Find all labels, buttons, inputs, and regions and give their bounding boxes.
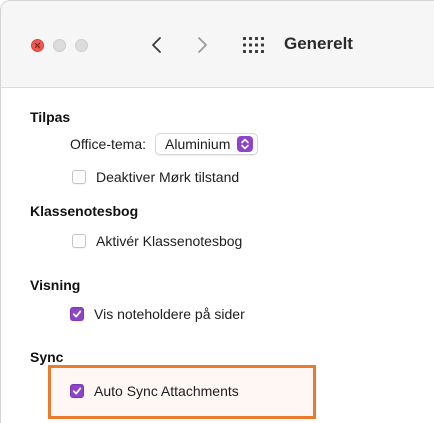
dark-mode-row[interactable]: Deaktiver Mørk tilstand [72, 169, 239, 185]
class-notebook-checkbox[interactable] [72, 234, 86, 248]
updown-chevron-icon [237, 136, 254, 152]
section-title-klassenotesbog: Klassenotesbog [30, 203, 139, 219]
checkmark-icon [72, 387, 82, 395]
office-theme-label: Office-tema: [70, 136, 146, 152]
grid-icon[interactable] [241, 36, 265, 54]
auto-sync-row[interactable]: Auto Sync Attachments [70, 383, 239, 399]
show-containers-label: Vis noteholdere på sider [94, 306, 245, 322]
checkmark-icon [72, 310, 82, 318]
class-notebook-label: Aktivér Klassenotesbog [96, 233, 243, 249]
window-title: Generelt [284, 34, 353, 53]
auto-sync-checkbox[interactable] [70, 384, 84, 398]
close-window-button[interactable] [31, 39, 44, 52]
office-theme-row: Office-tema: Aluminium [70, 133, 259, 155]
auto-sync-label: Auto Sync Attachments [94, 383, 239, 399]
zoom-window-button[interactable] [75, 39, 88, 52]
preferences-content: Tilpas Office-tema: Aluminium Deaktiver … [1, 87, 434, 423]
dark-mode-label: Deaktiver Mørk tilstand [96, 169, 240, 185]
title-bar: Generelt [1, 1, 434, 88]
section-title-tilpas: Tilpas [30, 109, 71, 125]
show-containers-row[interactable]: Vis noteholdere på sider [70, 306, 245, 322]
preferences-window: Generelt Tilpas Office-tema: Aluminium D… [0, 0, 434, 423]
section-title-sync: Sync [30, 349, 64, 365]
office-theme-value: Aluminium [165, 136, 231, 152]
show-containers-checkbox[interactable] [70, 307, 84, 321]
minimize-window-button[interactable] [53, 39, 66, 52]
class-notebook-row[interactable]: Aktivér Klassenotesbog [72, 233, 242, 249]
office-theme-select[interactable]: Aluminium [155, 133, 259, 155]
chevron-right-icon[interactable] [191, 33, 213, 57]
section-title-visning: Visning [30, 277, 81, 293]
chevron-left-icon[interactable] [146, 33, 168, 57]
dark-mode-checkbox[interactable] [72, 170, 86, 184]
